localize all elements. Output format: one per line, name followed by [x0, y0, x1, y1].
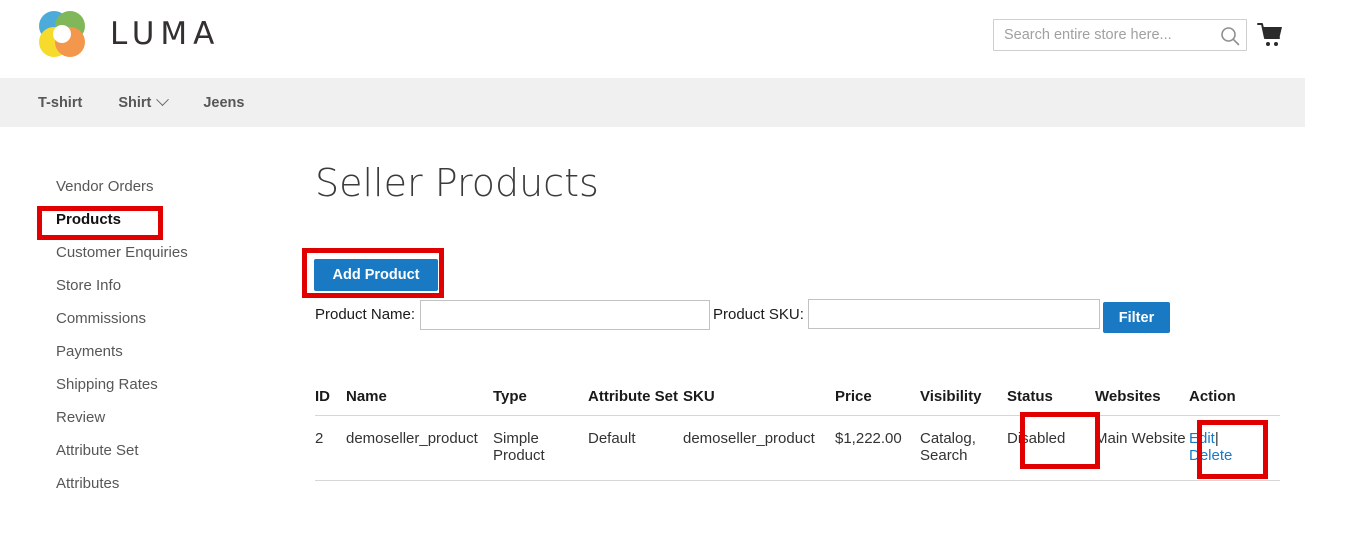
cell-name: demoseller_product	[346, 415, 493, 481]
sidebar-item-shipping-rates[interactable]: Shipping Rates	[0, 368, 300, 401]
column-header-price[interactable]: Price	[835, 363, 920, 416]
cell-websites: Main Website	[1095, 415, 1189, 481]
search-box[interactable]	[993, 19, 1247, 51]
add-product-button[interactable]: Add Product	[314, 259, 438, 291]
chevron-down-icon	[156, 93, 170, 107]
filter-button[interactable]: Filter	[1103, 302, 1170, 333]
page-title: Seller Products	[315, 161, 599, 205]
nav-item-label: Shirt	[118, 94, 152, 111]
sidebar-item-review[interactable]: Review	[0, 401, 300, 434]
sidebar-item-label: Review	[56, 409, 106, 426]
sidebar-item-label: Attribute Set	[56, 442, 139, 459]
sidebar-item-attributes[interactable]: Attributes	[0, 467, 300, 500]
table-header: ID Name Type Attribute Set SKU Price Vis…	[315, 363, 1280, 416]
column-header-action[interactable]: Action	[1189, 363, 1280, 416]
sidebar-item-label: Vendor Orders	[56, 178, 154, 195]
product-name-label: Product Name:	[315, 306, 416, 323]
main-navigation: T-shirt Shirt Jeens	[0, 78, 1305, 127]
cell-price: $1,222.00	[835, 415, 920, 481]
nav-item-jeens[interactable]: Jeens	[203, 95, 280, 111]
nav-item-shirt[interactable]: Shirt	[118, 93, 203, 111]
site-logo[interactable]: LUMA	[36, 8, 220, 60]
seller-sidebar: Vendor Orders Products Customer Enquirie…	[0, 170, 300, 500]
nav-item-label: T-shirt	[38, 94, 83, 111]
column-header-id[interactable]: ID	[315, 363, 346, 416]
sidebar-item-commissions[interactable]: Commissions	[0, 302, 300, 335]
action-separator: |	[1214, 429, 1219, 447]
nav-item-label: Jeens	[203, 94, 245, 111]
cell-status: Disabled	[1007, 415, 1095, 481]
cell-action: Edit| Delete	[1189, 415, 1280, 481]
cell-attribute-set: Default	[588, 415, 683, 481]
sidebar-item-label: Store Info	[56, 277, 122, 294]
column-header-visibility[interactable]: Visibility	[920, 363, 1007, 416]
sidebar-item-customer-enquiries[interactable]: Customer Enquiries	[0, 236, 300, 269]
sidebar-item-products[interactable]: Products	[0, 203, 300, 236]
products-table: ID Name Type Attribute Set SKU Price Vis…	[315, 363, 1280, 481]
table-row: 2 demoseller_product Simple Product Defa…	[315, 415, 1280, 481]
sidebar-item-label: Customer Enquiries	[56, 244, 188, 261]
column-header-name[interactable]: Name	[346, 363, 493, 416]
sidebar-item-label: Shipping Rates	[56, 376, 158, 393]
column-header-sku[interactable]: SKU	[683, 363, 835, 416]
table-header-row: ID Name Type Attribute Set SKU Price Vis…	[315, 363, 1280, 416]
cell-sku: demoseller_product	[683, 415, 835, 481]
cell-visibility: Catalog, Search	[920, 415, 1007, 481]
search-icon[interactable]	[1219, 25, 1241, 47]
column-header-type[interactable]: Type	[493, 363, 588, 416]
product-sku-input[interactable]	[808, 299, 1100, 329]
main-content: Seller Products	[315, 160, 1295, 206]
sidebar-item-vendor-orders[interactable]: Vendor Orders	[0, 170, 300, 203]
product-filter-bar: Product Name: Product SKU:	[315, 299, 1185, 334]
sidebar-item-attribute-set[interactable]: Attribute Set	[0, 434, 300, 467]
product-sku-label: Product SKU:	[713, 306, 804, 323]
sidebar-item-label: Payments	[56, 343, 123, 360]
sidebar-item-label: Attributes	[56, 475, 120, 492]
brand-name: LUMA	[110, 16, 221, 52]
sidebar-item-store-info[interactable]: Store Info	[0, 269, 300, 302]
column-header-attribute-set[interactable]: Attribute Set	[588, 363, 683, 416]
search-input[interactable]	[994, 20, 1216, 50]
cell-id: 2	[315, 415, 346, 481]
cell-type: Simple Product	[493, 415, 588, 481]
edit-link[interactable]: Edit	[1189, 430, 1215, 447]
column-header-websites[interactable]: Websites	[1095, 363, 1189, 416]
nav-item-t-shirt[interactable]: T-shirt	[38, 95, 118, 111]
sidebar-item-payments[interactable]: Payments	[0, 335, 300, 368]
luma-flower-logo-icon	[36, 8, 88, 60]
page-root: LUMA T-shirt	[0, 0, 1359, 558]
sidebar-item-label: Commissions	[56, 310, 147, 327]
product-name-input[interactable]	[420, 300, 710, 330]
sidebar-item-label: Products	[56, 211, 122, 228]
shopping-cart-icon[interactable]	[1256, 20, 1284, 50]
site-header: LUMA	[0, 0, 1359, 78]
delete-link[interactable]: Delete	[1189, 447, 1232, 464]
column-header-status[interactable]: Status	[1007, 363, 1095, 416]
table-body: 2 demoseller_product Simple Product Defa…	[315, 415, 1280, 481]
